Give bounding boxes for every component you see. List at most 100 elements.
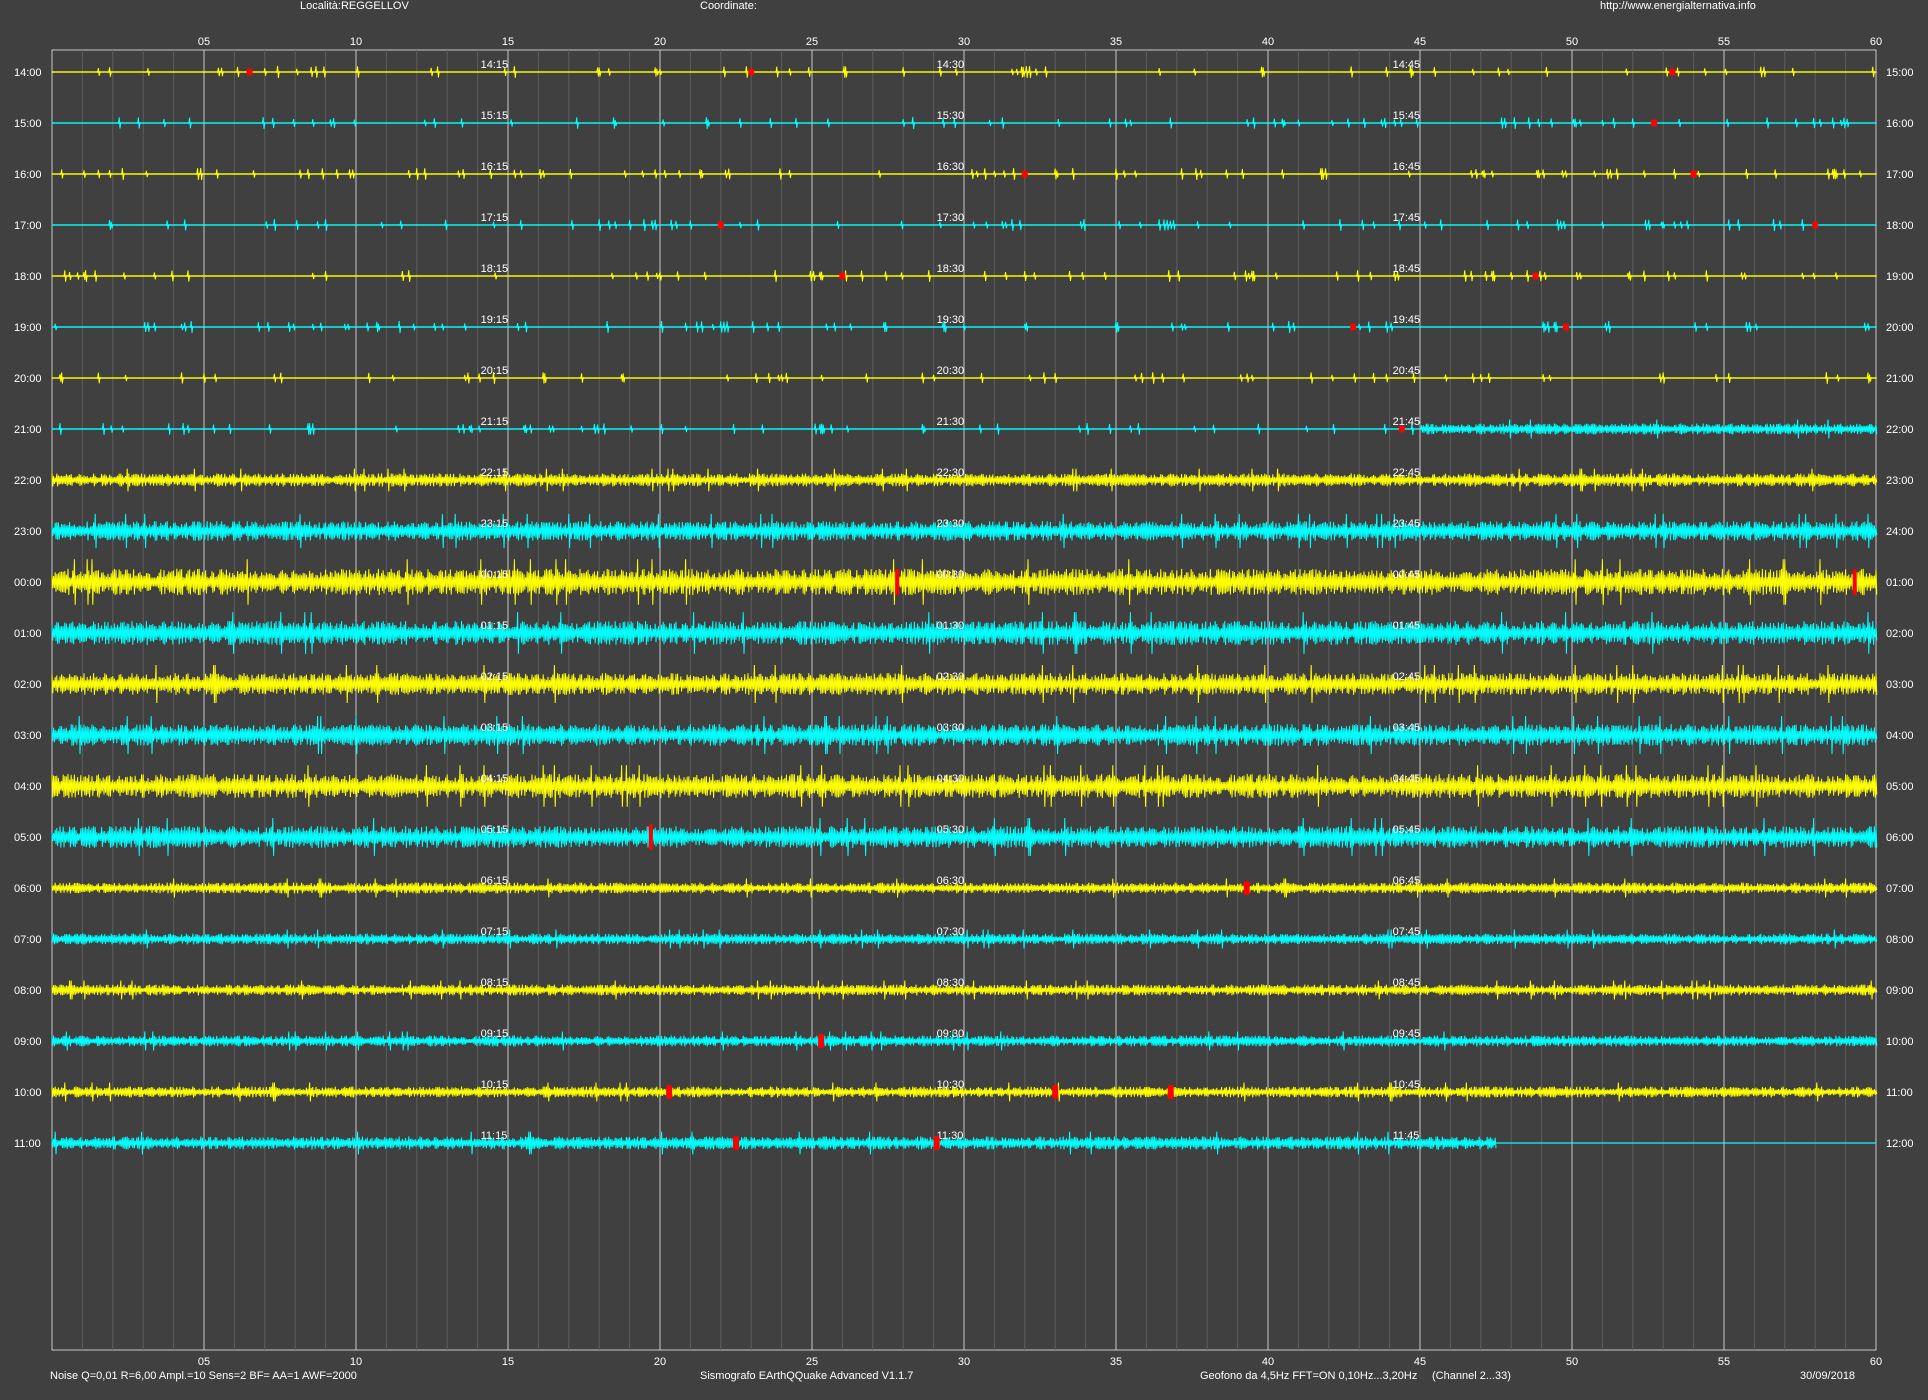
row-end-label: 09:00 [1886, 985, 1914, 997]
quarter-label-30: 00:30 [937, 569, 965, 581]
row-end-label: 23:00 [1886, 475, 1914, 487]
row-end-label: 11:00 [1886, 1087, 1913, 1099]
row-end-label: 17:00 [1886, 169, 1914, 181]
row-end-label: 08:00 [1886, 934, 1914, 946]
row-start-label: 08:00 [14, 985, 42, 997]
row-start-label: 14:00 [14, 67, 42, 79]
x-tick-label-top: 60 [1870, 36, 1882, 48]
quarter-label-45: 20:45 [1393, 365, 1421, 377]
row-start-label: 03:00 [14, 730, 42, 742]
event-marker [1167, 1085, 1174, 1099]
row-end-label: 18:00 [1886, 220, 1914, 232]
x-tick-label-bottom: 40 [1262, 1356, 1274, 1368]
row-start-label: 11:00 [14, 1138, 41, 1150]
quarter-label-15: 22:15 [481, 467, 509, 479]
event-marker [1350, 323, 1357, 331]
quarter-label-30: 08:30 [937, 977, 965, 989]
quarter-label-15: 19:15 [481, 314, 509, 326]
quarter-label-30: 05:30 [937, 824, 965, 836]
x-tick-label-bottom: 35 [1110, 1356, 1122, 1368]
quarter-label-45: 03:45 [1393, 722, 1421, 734]
quarter-label-45: 08:45 [1393, 977, 1421, 989]
x-tick-label-bottom: 20 [654, 1356, 666, 1368]
quarter-label-30: 01:30 [937, 620, 965, 632]
quarter-label-30: 21:30 [937, 416, 965, 428]
quarter-label-15: 10:15 [481, 1079, 509, 1091]
event-marker [1052, 1085, 1059, 1099]
quarter-label-15: 18:15 [481, 263, 509, 275]
row-end-label: 06:00 [1886, 832, 1914, 844]
event-marker [933, 1136, 940, 1150]
x-tick-label-top: 05 [198, 36, 210, 48]
event-marker [733, 1136, 739, 1150]
quarter-label-30: 02:30 [937, 671, 965, 683]
quarter-label-45: 05:45 [1393, 824, 1421, 836]
x-tick-label-top: 10 [350, 36, 362, 48]
row-start-label: 06:00 [14, 883, 42, 895]
row-end-label: 04:00 [1886, 730, 1914, 742]
quarter-label-30: 16:30 [937, 161, 965, 173]
row-start-label: 18:00 [14, 271, 42, 283]
x-tick-label-top: 35 [1110, 36, 1122, 48]
x-tick-label-bottom: 50 [1566, 1356, 1578, 1368]
event-marker [1243, 881, 1250, 895]
quarter-label-45: 18:45 [1393, 263, 1421, 275]
quarter-label-15: 21:15 [481, 416, 509, 428]
x-tick-label-bottom: 30 [958, 1356, 970, 1368]
quarter-label-15: 05:15 [481, 824, 509, 836]
quarter-label-45: 16:45 [1393, 161, 1421, 173]
footer-geofono: Geofono da 4,5Hz FFT=ON 0,10Hz...3,20Hz [1200, 1370, 1418, 1382]
quarter-label-30: 17:30 [937, 212, 965, 224]
quarter-label-45: 01:45 [1393, 620, 1421, 632]
event-marker [818, 1034, 825, 1048]
row-start-label: 19:00 [14, 322, 42, 334]
event-marker [246, 68, 253, 76]
quarter-label-45: 04:45 [1393, 773, 1421, 785]
footer-software: Sismografo EArthQQuake Advanced V1.1.7 [700, 1370, 914, 1382]
quarter-label-45: 23:45 [1393, 518, 1421, 530]
quarter-label-30: 09:30 [937, 1028, 965, 1040]
quarter-label-15: 17:15 [481, 212, 509, 224]
x-tick-label-top: 25 [806, 36, 818, 48]
row-end-label: 24:00 [1886, 526, 1914, 538]
x-tick-label-bottom: 15 [502, 1356, 514, 1368]
trace-waveform [51, 1131, 1497, 1155]
event-marker [748, 68, 755, 76]
quarter-label-15: 11:15 [481, 1130, 508, 1142]
quarter-label-45: 21:45 [1393, 416, 1421, 428]
row-start-label: 20:00 [14, 373, 42, 385]
quarter-label-30: 04:30 [937, 773, 965, 785]
quarter-label-15: 23:15 [481, 518, 509, 530]
event-marker [1852, 569, 1857, 595]
quarter-label-45: 19:45 [1393, 314, 1421, 326]
quarter-label-15: 01:15 [481, 620, 509, 632]
quarter-label-45: 09:45 [1393, 1028, 1421, 1040]
quarter-label-15: 08:15 [481, 977, 509, 989]
row-start-label: 00:00 [14, 577, 42, 589]
row-end-label: 03:00 [1886, 679, 1914, 691]
quarter-label-30: 19:30 [937, 314, 965, 326]
quarter-label-45: 22:45 [1393, 467, 1421, 479]
quarter-label-45: 17:45 [1393, 212, 1421, 224]
quarter-label-45: 10:45 [1393, 1079, 1421, 1091]
quarter-label-15: 00:15 [481, 569, 509, 581]
row-start-label: 17:00 [14, 220, 42, 232]
row-end-label: 20:00 [1886, 322, 1914, 334]
quarter-label-45: 00:45 [1393, 569, 1421, 581]
event-marker [1812, 221, 1819, 229]
quarter-label-30: 14:30 [937, 59, 965, 71]
row-start-label: 15:00 [14, 118, 42, 130]
row-end-label: 01:00 [1886, 577, 1914, 589]
row-end-label: 12:00 [1886, 1138, 1914, 1150]
quarter-label-15: 15:15 [481, 110, 509, 122]
footer-channel: (Channel 2...33) [1432, 1370, 1511, 1382]
event-marker [1398, 425, 1405, 433]
x-tick-label-top: 30 [958, 36, 970, 48]
row-end-label: 15:00 [1886, 67, 1914, 79]
row-end-label: 19:00 [1886, 271, 1914, 283]
event-marker [1651, 119, 1658, 127]
quarter-label-45: 15:45 [1393, 110, 1421, 122]
row-end-label: 22:00 [1886, 424, 1914, 436]
quarter-label-45: 02:45 [1393, 671, 1421, 683]
quarter-label-15: 02:15 [481, 671, 509, 683]
